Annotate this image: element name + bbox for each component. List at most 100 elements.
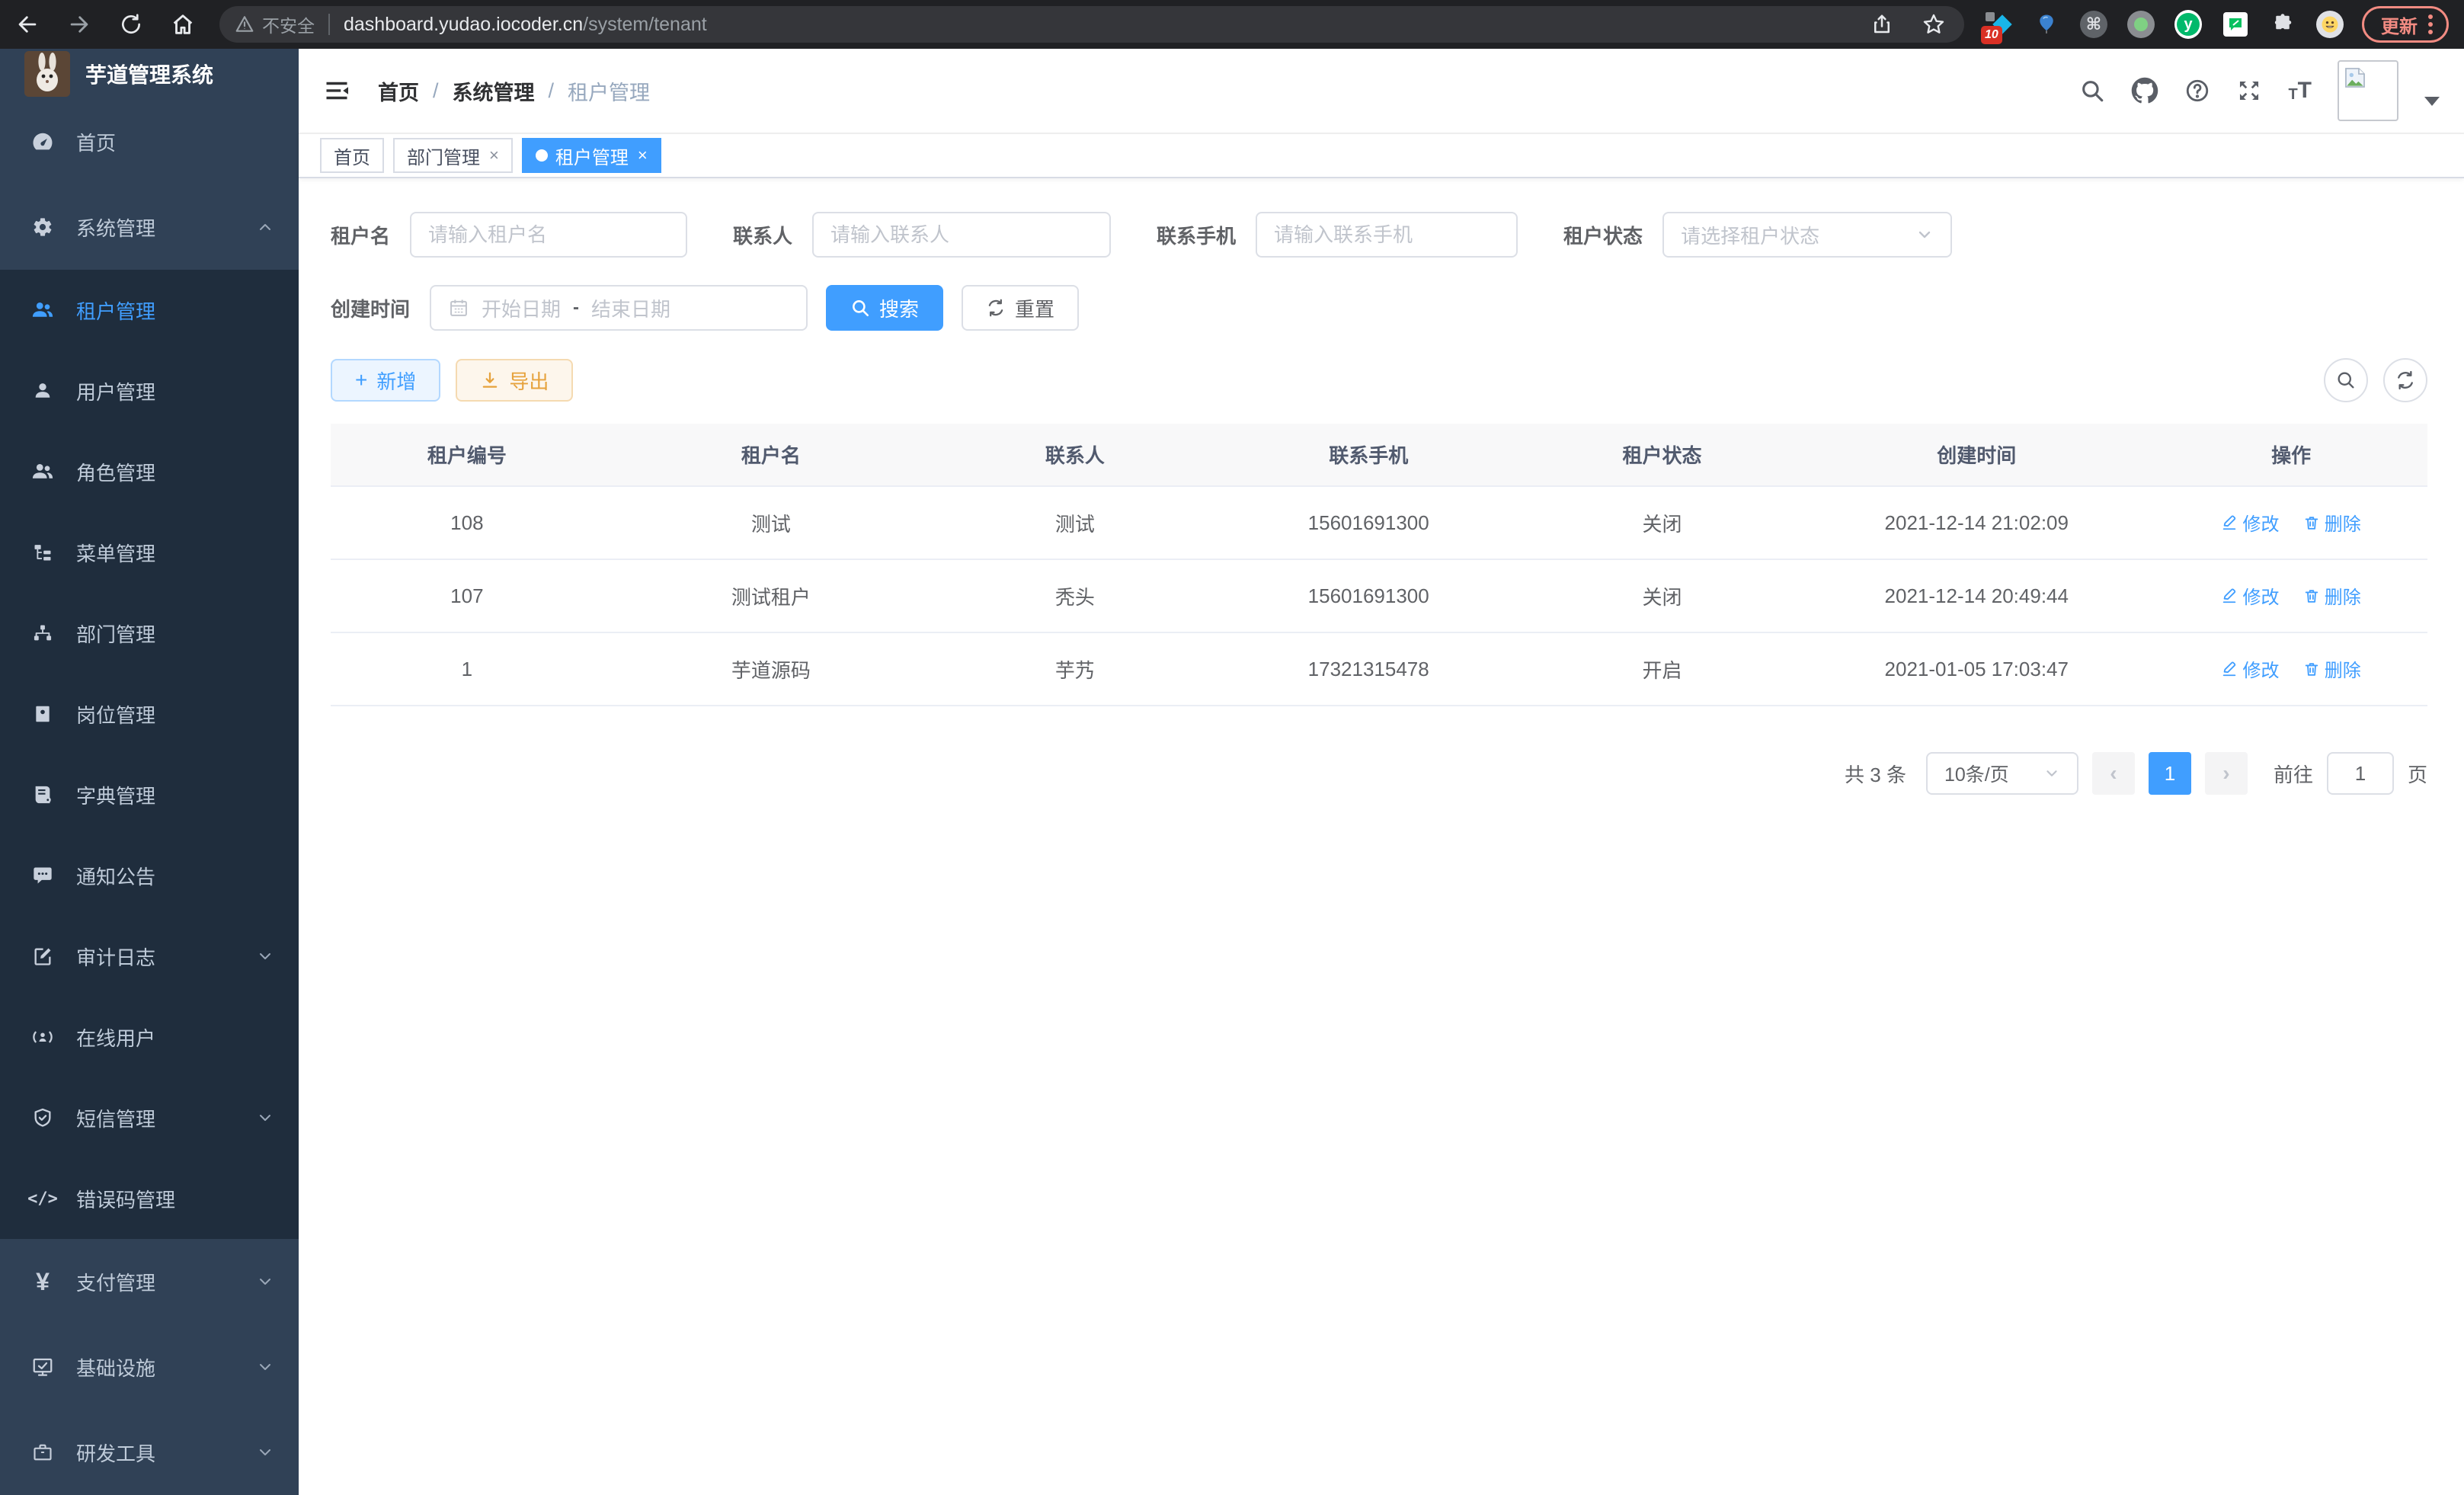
github-icon[interactable] [2131,77,2158,104]
tab-tenant[interactable]: 租户管理 × [522,138,661,173]
close-icon[interactable]: × [489,146,499,165]
dashboard-icon [30,130,55,153]
sidebar-item-infra[interactable]: 基础设施 [0,1324,299,1410]
date-end-placeholder[interactable]: 结束日期 [591,294,670,322]
sidebar-item-home[interactable]: 首页 [0,99,299,184]
cell-tenant-name: 测试租户 [603,559,939,632]
next-page-button[interactable]: › [2205,752,2248,795]
add-button[interactable]: + 新增 [331,359,440,402]
chrome-update-button[interactable]: 更新 [2362,6,2449,43]
forward-icon[interactable] [64,9,94,40]
chevron-down-icon [2043,765,2060,782]
plus-icon: + [355,370,367,391]
chrome-menu-icon[interactable] [2428,14,2433,34]
back-icon[interactable] [12,9,43,40]
export-button[interactable]: 导出 [456,359,573,402]
broken-image-icon [2342,65,2368,91]
sidebar-item-audit-log[interactable]: 审计日志 [0,916,299,997]
sidebar-item-role[interactable]: 角色管理 [0,431,299,512]
mobile-input[interactable] [1274,223,1499,247]
page-size-select[interactable]: 10条/页 [1926,752,2078,795]
fullscreen-icon[interactable] [2236,78,2262,104]
screen-recorder-extension-icon[interactable] [2127,11,2155,38]
sidebar-item-tenant[interactable]: 租户管理 [0,270,299,351]
sidebar-item-label: 审计日志 [76,943,155,971]
tab-home[interactable]: 首页 [320,138,384,173]
sidebar: 芋道管理系统 首页 系统管理 租户管理 [0,49,299,1495]
command-extension-icon[interactable]: ⌘ [2080,11,2107,38]
sidebar-item-notice[interactable]: 通知公告 [0,835,299,916]
sidebar-item-label: 部门管理 [76,619,155,648]
cell-created: 2021-01-05 17:03:47 [1798,632,2155,706]
show-search-button[interactable] [2324,358,2368,402]
bookmark-star-icon[interactable] [1918,9,1949,40]
edit-button[interactable]: 修改 [2221,655,2279,682]
date-start-placeholder[interactable]: 开始日期 [482,294,561,322]
sidebar-logo-row[interactable]: 芋道管理系统 [0,49,299,99]
sidebar-item-menu[interactable]: 菜单管理 [0,512,299,593]
prev-page-button[interactable]: ‹ [2092,752,2135,795]
reload-icon[interactable] [116,9,146,40]
sidebar-item-dict[interactable]: 字典管理 [0,754,299,835]
chevron-down-icon [256,1443,274,1461]
delete-button[interactable]: 删除 [2303,655,2361,682]
page-1-button[interactable]: 1 [2149,752,2191,795]
monitor-icon [30,1356,55,1378]
tab-label: 首页 [334,142,370,169]
sidebar-item-system[interactable]: 系统管理 [0,184,299,270]
refresh-icon [986,298,1006,318]
tenant-name-input[interactable] [428,223,669,247]
date-range-picker[interactable]: 开始日期 - 结束日期 [430,285,808,331]
contact-input[interactable] [830,223,1093,247]
balloon-extension-icon[interactable] [2033,11,2060,38]
breadcrumb-current: 租户管理 [568,76,650,106]
delete-button[interactable]: 删除 [2303,509,2361,536]
delete-button[interactable]: 删除 [2303,582,2361,609]
table-row: 108 测试 测试 15601691300 关闭 2021-12-14 21:0… [331,486,2427,559]
home-icon[interactable] [168,9,198,40]
puzzle-extension-icon[interactable] [2269,11,2296,38]
sidebar-item-dev-tools[interactable]: 研发工具 [0,1410,299,1495]
extension-blue-diamond-icon[interactable]: 10 [1986,11,2013,38]
refresh-icon [2395,370,2416,391]
edit-button[interactable]: 修改 [2221,509,2279,536]
tab-dept[interactable]: 部门管理 × [393,138,513,173]
sidebar-item-sms[interactable]: 短信管理 [0,1077,299,1158]
refresh-table-button[interactable] [2383,358,2427,402]
sidebar-item-post[interactable]: 岗位管理 [0,674,299,754]
hamburger-icon[interactable] [323,77,350,104]
breadcrumb-system[interactable]: 系统管理 [453,76,535,106]
avatar-caret-icon[interactable] [2424,97,2440,106]
security-chip[interactable]: 不安全 [235,11,315,37]
tab-label: 部门管理 [407,142,480,169]
status-select[interactable]: 请选择租户状态 [1662,212,1952,258]
cell-status: 关闭 [1526,486,1799,559]
wechat-devtools-extension-icon[interactable] [2222,11,2249,38]
search-button[interactable]: 搜索 [826,285,943,331]
sidebar-item-online-user[interactable]: 在线用户 [0,997,299,1077]
share-icon[interactable] [1867,9,1897,40]
tenant-table: 租户编号 租户名 联系人 联系手机 租户状态 创建时间 操作 108 测试 [331,424,2427,706]
avatar[interactable] [2338,60,2398,121]
emoji-extension-icon[interactable] [2316,11,2344,38]
breadcrumb-separator: / [549,79,555,103]
yuque-extension-icon[interactable]: y [2174,11,2202,38]
font-size-icon[interactable]: TT [2288,79,2312,102]
reset-button[interactable]: 重置 [962,285,1079,331]
sidebar-item-dept[interactable]: 部门管理 [0,593,299,674]
cell-tenant-name: 芋道源码 [603,632,939,706]
sidebar-item-error-code[interactable]: </> 错误码管理 [0,1158,299,1239]
table-row: 107 测试租户 秃头 15601691300 关闭 2021-12-14 20… [331,559,2427,632]
close-icon[interactable]: × [638,146,648,165]
breadcrumb: 首页 / 系统管理 / 租户管理 [378,76,650,106]
cell-created: 2021-12-14 21:02:09 [1798,486,2155,559]
breadcrumb-home[interactable]: 首页 [378,76,419,106]
shield-check-icon [30,1107,55,1128]
address-bar[interactable]: 不安全 dashboard.yudao.iocoder.cn/system/te… [219,6,1964,43]
goto-page-input[interactable] [2334,762,2386,786]
edit-button[interactable]: 修改 [2221,582,2279,609]
sidebar-item-user[interactable]: 用户管理 [0,351,299,431]
help-icon[interactable] [2184,78,2210,104]
header-search-icon[interactable] [2079,78,2105,104]
sidebar-item-pay[interactable]: ¥ 支付管理 [0,1239,299,1324]
